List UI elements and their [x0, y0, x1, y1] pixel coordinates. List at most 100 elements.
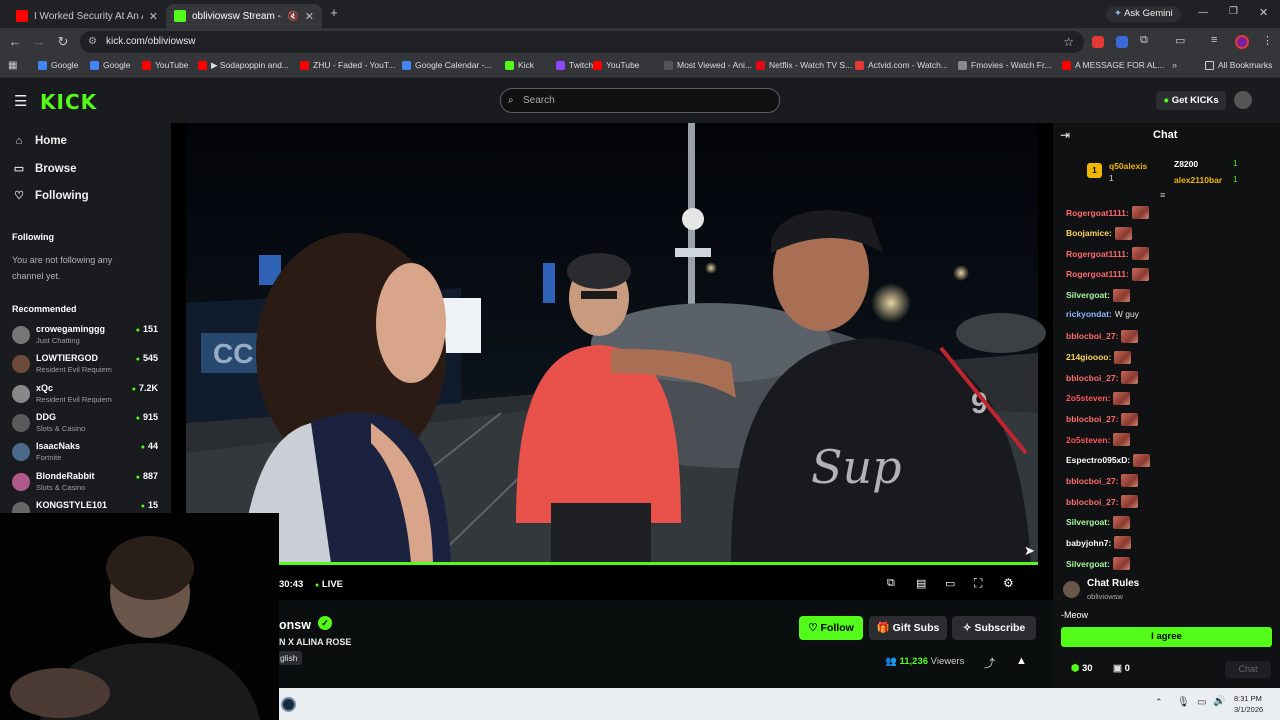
kick-logo[interactable]: KICK [40, 90, 97, 114]
chat-username[interactable]: bblocboi_27: [1066, 331, 1118, 341]
gifter-name[interactable]: q50alexis [1109, 161, 1147, 171]
new-tab-button[interactable]: + [326, 5, 342, 21]
language-tag[interactable]: glish [279, 651, 303, 665]
maximize-window-button[interactable]: ❐ [1229, 6, 1238, 17]
bookmark-item[interactable]: Netflix - Watch TV S... [756, 60, 852, 70]
bookmark-item[interactable]: YouTube [142, 60, 188, 70]
all-bookmarks-button[interactable]: All Bookmarks [1205, 60, 1272, 70]
clip-icon[interactable]: ▤ [916, 577, 926, 590]
profile-avatar[interactable] [1235, 35, 1249, 49]
chat-username[interactable]: bblocboi_27: [1066, 476, 1118, 486]
search-input[interactable]: ⌕ Search [500, 88, 780, 113]
tray-chevron-icon[interactable]: ⌃ [1155, 697, 1163, 708]
recommended-channel[interactable]: LOWTIERGODResident Evil Requiem 545 [12, 353, 162, 379]
bookmark-item[interactable]: Twitch [556, 60, 593, 70]
chat-username[interactable]: Silvergoat: [1066, 517, 1110, 527]
minimize-window-button[interactable]: — [1198, 7, 1208, 18]
forward-arrow-icon[interactable]: → [31, 34, 47, 50]
volume-icon[interactable]: 🔊 [1213, 696, 1225, 707]
microphone-icon[interactable]: 🎙 [1177, 697, 1190, 708]
media-controls-icon[interactable]: ≡ [1211, 34, 1217, 46]
more-bookmarks-chevron-icon[interactable]: » [1172, 60, 1177, 70]
reload-icon[interactable]: ↻ [55, 34, 71, 50]
channel-points[interactable]: ⬢ 30 [1071, 663, 1093, 674]
gift-subs-button[interactable]: 🎁 Gift Subs [869, 616, 947, 640]
report-warning-icon[interactable]: ▲ [1016, 655, 1027, 667]
chat-username[interactable]: Rogergoat1111: [1066, 269, 1129, 279]
bookmark-item[interactable]: Kick [505, 60, 534, 70]
video-player[interactable]: CC Sup 9 [171, 123, 1053, 563]
ask-gemini-button[interactable]: ✦ Ask Gemini [1106, 6, 1181, 22]
mute-tab-icon[interactable]: 🔇 [288, 11, 299, 22]
chat-username[interactable]: bblocboi_27: [1066, 414, 1118, 424]
back-arrow-icon[interactable]: ← [7, 34, 23, 50]
expand-gifters-icon[interactable]: ≡ [1160, 190, 1165, 200]
user-avatar[interactable] [1234, 91, 1252, 109]
follow-button[interactable]: ♡ Follow [799, 616, 863, 640]
chat-username[interactable]: Rogergoat1111: [1066, 249, 1129, 259]
extension-icon[interactable] [1116, 36, 1128, 48]
chat-username[interactable]: 214gioooo: [1066, 352, 1111, 362]
bookmark-item[interactable]: Google [38, 60, 78, 70]
chat-username[interactable]: Silvergoat: [1066, 290, 1110, 300]
subscribe-button[interactable]: ✧ Subscribe [952, 616, 1036, 640]
chat-username[interactable]: 2o5steven: [1066, 393, 1110, 403]
theater-mode-icon[interactable]: ▭ [945, 577, 955, 590]
steam-icon[interactable] [281, 697, 296, 712]
network-icon[interactable]: ▭ [1197, 697, 1206, 708]
recommended-channel[interactable]: crowegaminggg Just Chatting 151 [12, 324, 162, 350]
recommended-channel[interactable]: xQcResident Evil Requiem 7.2K [12, 383, 162, 409]
chat-username[interactable]: bblocboi_27: [1066, 497, 1118, 507]
bookmark-star-icon[interactable]: ☆ [1063, 31, 1074, 53]
apps-grid-icon[interactable]: ▦ [8, 60, 17, 71]
get-kicks-button[interactable]: ● Get KICKs [1156, 91, 1226, 110]
recommended-channel[interactable]: DDGSlots & Casino 915 [12, 412, 162, 438]
url-field[interactable]: ⚙ kick.com/obliviowsw ☆ [80, 31, 1084, 53]
gift-count[interactable]: ▣ 0 [1113, 663, 1130, 674]
browser-tab-active[interactable]: obliviowsw Stream - Watch 🔇 ✕ [166, 4, 322, 28]
sidebar-item-browse[interactable]: ▭ Browse [13, 162, 77, 176]
browser-menu-icon[interactable]: ⋮ [1262, 34, 1273, 47]
close-tab-icon[interactable]: ✕ [149, 10, 158, 23]
bookmark-item[interactable]: Fmovies - Watch Fr... [958, 60, 1051, 70]
chat-username[interactable]: babyjohn7: [1066, 538, 1111, 548]
chat-username[interactable]: Rogergoat1111: [1066, 208, 1129, 218]
chat-username[interactable]: bblocboi_27: [1066, 373, 1118, 383]
agree-button[interactable]: I agree [1061, 627, 1272, 647]
chat-username[interactable]: 2o5steven: [1066, 435, 1110, 445]
recommended-channel[interactable]: BlondeRabbitSlots & Casino 887 [12, 471, 162, 497]
chat-username[interactable]: Silvergoat: [1066, 559, 1110, 569]
collapse-chat-icon[interactable]: ⇥ [1060, 128, 1070, 142]
bookmark-item[interactable]: YouTube [593, 60, 639, 70]
extension-icon[interactable] [1092, 36, 1104, 48]
miniplayer-icon[interactable]: ⧉ [887, 577, 895, 590]
gifter-name[interactable]: alex2110bar [1174, 175, 1222, 185]
gifter-name[interactable]: Z8200 [1174, 159, 1198, 169]
close-window-button[interactable]: ✕ [1259, 6, 1268, 19]
share-icon[interactable]: ⤴ [984, 655, 995, 671]
bookmark-item[interactable]: ▶ Sodapoppin and... [198, 60, 289, 71]
site-info-icon[interactable]: ⚙ [88, 31, 97, 53]
chat-username[interactable]: Espectro095xD: [1066, 455, 1130, 465]
channel-name[interactable]: onsw [279, 618, 311, 632]
browser-tab[interactable]: I Worked Security At An Aband ✕ [8, 4, 166, 28]
bookmark-item[interactable]: A MESSAGE FOR AL... [1062, 60, 1164, 70]
bookmark-item[interactable]: Google Calendar -... [402, 60, 492, 70]
fullscreen-icon[interactable]: ⛶ [974, 576, 982, 591]
chat-username[interactable]: rickyondat: [1066, 309, 1112, 319]
close-tab-icon[interactable]: ✕ [305, 10, 314, 23]
bookmark-item[interactable]: Google [90, 60, 130, 70]
cast-icon[interactable]: ▭ [1175, 34, 1185, 47]
settings-gear-icon[interactable]: ⚙ [1003, 576, 1014, 590]
bookmark-item[interactable]: Actvid.com - Watch... [855, 60, 948, 70]
clock-date[interactable]: 3/1/2026 [1234, 705, 1263, 714]
extensions-puzzle-icon[interactable]: ⧉ [1140, 34, 1148, 47]
bookmark-item[interactable]: ZHU - Faded - YouT... [300, 60, 395, 70]
hamburger-menu-icon[interactable]: ☰ [14, 92, 27, 110]
sidebar-item-home[interactable]: ⌂ Home [13, 135, 67, 147]
chat-username[interactable]: Boojamice: [1066, 228, 1112, 238]
chat-send-button[interactable]: Chat [1225, 661, 1271, 678]
recommended-channel[interactable]: IsaacNaksFortnite 44 [12, 441, 162, 467]
sidebar-item-following[interactable]: ♡ Following [13, 189, 89, 203]
clock-time[interactable]: 8:31 PM [1234, 694, 1262, 703]
